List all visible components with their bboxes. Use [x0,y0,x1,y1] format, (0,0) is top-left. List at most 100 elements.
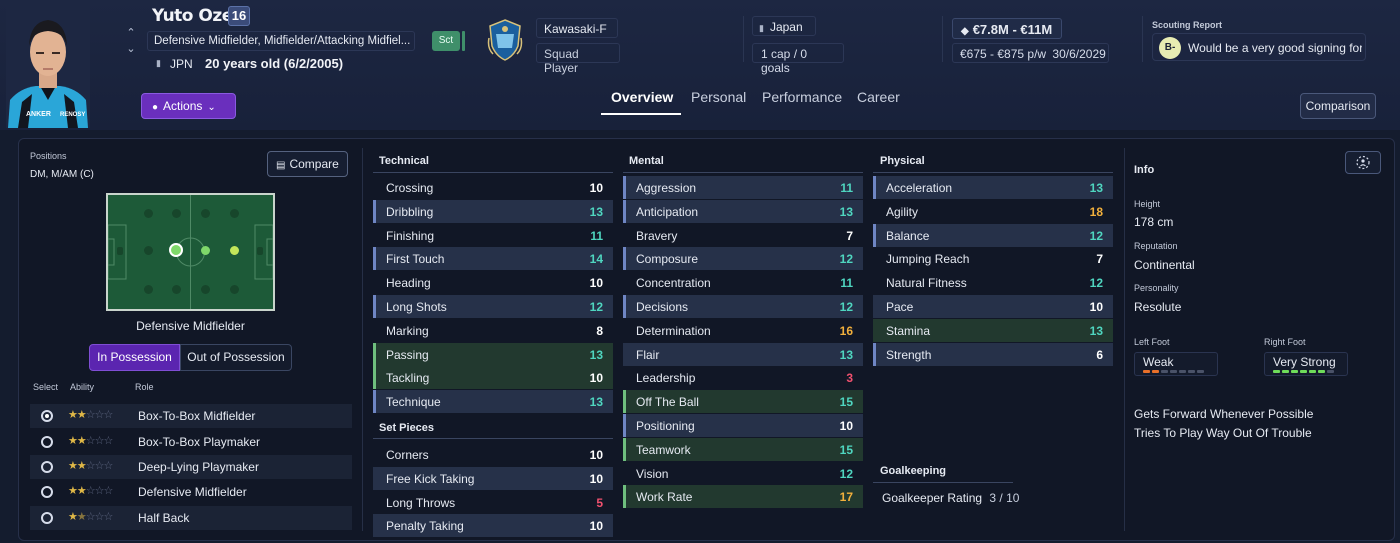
club-crest-icon[interactable] [487,18,523,62]
attribute-row[interactable]: Anticipation 13 [623,199,863,223]
attribute-row[interactable]: Balance 12 [873,223,1113,247]
role-row[interactable]: ★★☆☆☆ Box-To-Box Playmaker [30,430,352,454]
positions-title: Positions [30,151,67,161]
attribute-row[interactable]: Natural Fitness 12 [873,271,1113,294]
physical-title: Physical [880,155,925,167]
role-radio[interactable] [41,486,53,498]
position-dot [171,208,181,218]
attribute-row[interactable]: Leadership 3 [623,366,863,389]
attribute-value: 12 [1089,228,1103,243]
attribute-row[interactable]: Stamina 13 [873,318,1113,342]
attribute-value: 12 [839,466,853,481]
transfer-value[interactable]: ◆ €7.8M - €11M [952,18,1062,39]
height-label: Height [1134,199,1161,209]
attribute-highlight-bar [623,247,626,271]
role-radio[interactable] [41,436,53,448]
attribute-row[interactable]: Decisions 12 [623,295,863,318]
attribute-row[interactable]: Concentration 11 [623,271,863,294]
attribute-row[interactable]: Teamwork 15 [623,437,863,461]
attribute-value: 13 [589,347,603,362]
attribute-row[interactable]: Penalty Taking 10 [373,514,613,538]
attribute-row[interactable]: Free Kick Taking 10 [373,466,613,490]
star-icon: ☆ [94,460,105,472]
attribute-name: Vision [636,466,669,481]
actions-button[interactable]: ● Actions ⌄ [141,93,236,119]
next-player-chevron-down-icon[interactable]: ⌄ [125,42,137,55]
role-name: Box-To-Box Midfielder [138,409,256,423]
attribute-value: 15 [839,395,853,410]
tab-performance[interactable]: Performance [762,89,842,105]
goal-area-marker [117,247,123,255]
scouting-report[interactable]: B- Would be a very good signing for t... [1152,33,1366,61]
compare-button[interactable]: ▤ Compare [267,151,348,177]
personality-value: Resolute [1134,300,1182,314]
attribute-name: Jumping Reach [886,252,970,267]
foot-level-pip [1273,370,1280,373]
out-of-possession-toggle[interactable]: Out of Possession [180,344,292,371]
info-person-icon-button[interactable] [1345,151,1381,174]
attribute-row[interactable]: Corners 10 [373,443,613,466]
role-row[interactable]: ★★☆☆☆ Box-To-Box Midfielder [30,404,352,428]
foot-level-pip [1197,370,1204,373]
star-icon: ☆ [85,511,96,523]
attribute-name: Dribbling [386,204,434,219]
attribute-value: 17 [839,490,853,505]
attribute-row[interactable]: Flair 13 [623,342,863,366]
scouted-tag-bar [462,31,465,51]
role-radio[interactable] [41,461,53,473]
role-radio[interactable] [41,512,53,524]
attribute-row[interactable]: Long Shots 12 [373,295,613,318]
international-country[interactable]: ▮ Japan [752,16,816,36]
attribute-row[interactable]: Dribbling 13 [373,199,613,223]
attribute-value: 13 [839,347,853,362]
role-row[interactable]: ★★☆☆☆ Defensive Midfielder [30,480,352,504]
attribute-row[interactable]: Composure 12 [623,247,863,271]
comparison-button[interactable]: Comparison [1300,93,1376,119]
left-foot-label: Left Foot [1134,337,1170,347]
scouting-report-title: Scouting Report [1152,20,1222,30]
attribute-row[interactable]: Heading 10 [373,271,613,294]
attribute-row[interactable]: Crossing 10 [373,176,613,199]
tab-career[interactable]: Career [857,89,900,105]
attribute-row[interactable]: Tackling 10 [373,366,613,390]
attribute-row[interactable]: Finishing 11 [373,224,613,247]
attribute-row[interactable]: Work Rate 17 [623,485,863,509]
star-icon: ☆ [103,511,114,523]
attribute-row[interactable]: Long Throws 5 [373,491,613,514]
role-row[interactable]: ★★☆☆☆ Deep-Lying Playmaker [30,455,352,479]
role-ability-stars: ★★☆☆☆ [68,434,113,447]
attribute-row[interactable]: Passing 13 [373,342,613,366]
previous-player-chevron-up-icon[interactable]: ⌃ [125,26,137,39]
star-icon: ☆ [94,435,105,447]
attribute-value: 16 [839,323,853,338]
role-radio[interactable] [41,410,53,422]
attribute-row[interactable]: Pace 10 [873,295,1113,318]
in-possession-toggle[interactable]: In Possession [89,344,180,371]
attribute-row[interactable]: Strength 6 [873,342,1113,366]
attribute-row[interactable]: Bravery 7 [623,224,863,247]
attribute-row[interactable]: Vision 12 [623,462,863,485]
tab-personal[interactable]: Personal [691,89,746,105]
attribute-value: 13 [589,204,603,219]
role-row[interactable]: ★★☆☆☆ Half Back [30,506,352,530]
attribute-row[interactable]: Determination 16 [623,319,863,342]
attribute-name: Balance [886,228,930,243]
attribute-name: Determination [636,323,711,338]
goalkeeper-rating-label: Goalkeeper Rating [882,491,983,505]
attribute-row[interactable]: Jumping Reach 7 [873,247,1113,270]
tab-overview[interactable]: Overview [611,89,673,105]
attribute-row[interactable]: Acceleration 13 [873,176,1113,199]
attribute-name: Anticipation [636,204,699,219]
club-name[interactable]: Kawasaki-F [536,18,618,38]
attribute-row[interactable]: Agility 18 [873,200,1113,223]
section-rule [623,172,863,173]
attribute-row[interactable]: Technique 13 [373,390,613,414]
attribute-row[interactable]: Off The Ball 15 [623,390,863,414]
attribute-value: 10 [589,371,603,386]
star-icon: ★ [76,511,87,523]
attribute-row[interactable]: Positioning 10 [623,414,863,437]
attribute-row[interactable]: Marking 8 [373,319,613,342]
attribute-row[interactable]: Aggression 11 [623,176,863,199]
scouted-tag[interactable]: Sct [432,31,460,51]
attribute-row[interactable]: First Touch 14 [373,247,613,271]
